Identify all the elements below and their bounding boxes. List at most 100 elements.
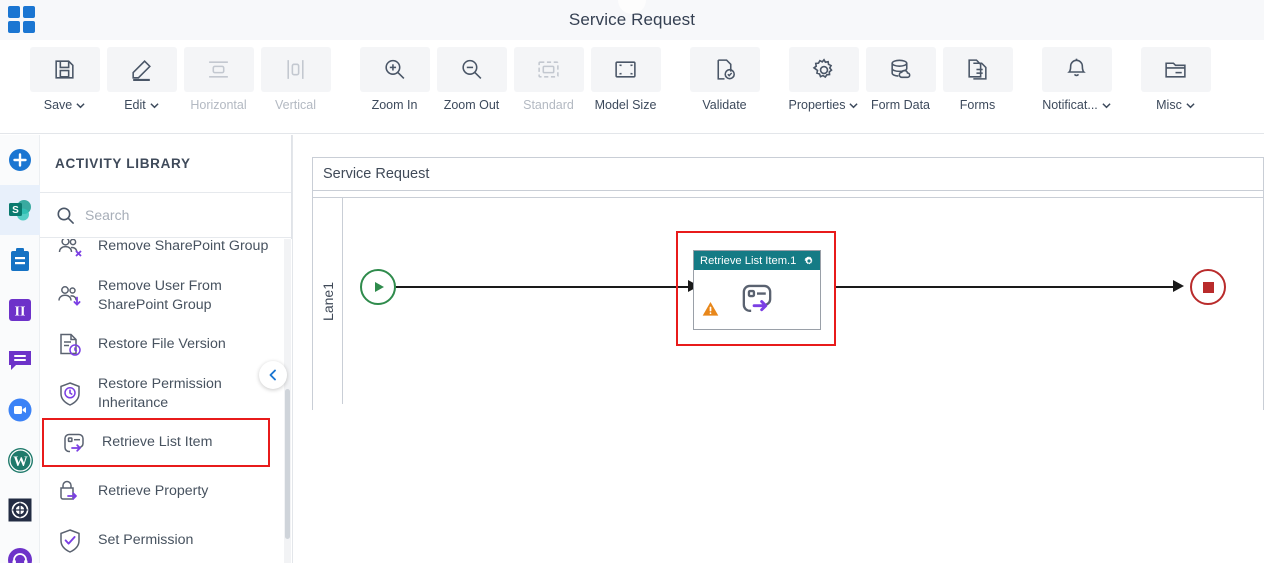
rail-item-chat[interactable] (0, 335, 40, 385)
chevron-down-icon (1102, 102, 1111, 108)
search-row (40, 193, 291, 238)
chevron-left-icon (269, 369, 276, 381)
toolbar-model-size-button[interactable]: Model Size (587, 47, 664, 112)
workflow-canvas[interactable]: Service Request Lane1 Retrieve List Item… (292, 135, 1264, 563)
toolbar-label: Model Size (594, 98, 657, 112)
list-item[interactable]: Restore File Version (40, 320, 292, 369)
rail-item-add-new[interactable] (0, 135, 40, 185)
sequence-flow-1[interactable] (396, 286, 694, 288)
toolbar-label: Form Data (870, 98, 931, 112)
toolbar-label: Vertical (275, 98, 316, 112)
start-event[interactable] (360, 269, 396, 305)
toolbar-vertical-button[interactable]: Vertical (257, 47, 334, 112)
end-event[interactable] (1190, 269, 1226, 305)
toolbar-label: Notificat... (1042, 98, 1098, 112)
rail-item-tasks[interactable] (0, 235, 40, 285)
pool-title: Service Request (323, 166, 430, 182)
chevron-down-icon (849, 102, 859, 108)
rail-item-sharepoint[interactable]: S (0, 185, 40, 235)
toolbar-label: Horizontal (190, 98, 247, 112)
panel-scrollbar-thumb[interactable] (285, 389, 290, 539)
bell-icon (1041, 47, 1112, 92)
list-item-label: Remove SharePoint Group (98, 239, 269, 255)
toolbar-zoom-in-button[interactable]: Zoom In (356, 47, 433, 112)
lane[interactable]: Lane1 Retrieve List Item.1 (313, 197, 1264, 404)
list-item[interactable]: Restore Permission Inheritance (40, 369, 292, 418)
chat-message-icon (9, 351, 31, 370)
pool[interactable]: Service Request Lane1 Retrieve List Item… (312, 157, 1264, 410)
panel-title: ACTIVITY LIBRARY (55, 156, 191, 171)
toolbar-edit-button[interactable]: Edit (103, 47, 180, 112)
svg-text:W: W (13, 454, 28, 470)
rail-item-jira[interactable]: II (0, 285, 40, 335)
panel-scrollbar-track[interactable] (284, 239, 291, 563)
pencil-edit-icon (106, 47, 177, 92)
remove-group-icon (56, 239, 84, 261)
rail-item-dropbox-sign[interactable] (0, 485, 40, 535)
toolbar-label: Validate (702, 98, 747, 112)
stop-square-icon (1202, 281, 1214, 293)
lane-canvas[interactable]: Retrieve List Item.1 (343, 198, 1264, 404)
forms-document-icon (942, 47, 1013, 92)
list-item[interactable]: Set Permission (40, 516, 292, 563)
set-permission-icon (56, 527, 84, 555)
chevron-down-icon (1186, 102, 1195, 108)
toolbar-save-button[interactable]: Save (26, 47, 103, 112)
toolbar-label: Standard (523, 98, 574, 112)
arrowhead-2 (1173, 280, 1184, 292)
toolbar-label: Forms (959, 98, 996, 112)
toolbar-forms-button[interactable]: Forms (939, 47, 1016, 112)
vertical-align-icon (260, 47, 331, 92)
horizontal-align-icon (183, 47, 254, 92)
list-item-label: Retrieve List Item (102, 434, 213, 451)
restore-file-version-icon (56, 331, 84, 359)
support-headset-icon (8, 548, 32, 563)
toolbar-label: Zoom Out (443, 98, 500, 112)
task-header: Retrieve List Item.1 (694, 251, 820, 270)
rail-item-zoom-video[interactable] (0, 385, 40, 435)
task-name: Retrieve List Item.1 (700, 254, 797, 267)
toolbar-properties-button[interactable]: Properties (785, 47, 862, 112)
toolbar-horizontal-button[interactable]: Horizontal (180, 47, 257, 112)
apps-grid-icon[interactable] (8, 6, 36, 34)
retrieve-property-icon (56, 478, 84, 506)
clipboard-tasks-icon (11, 248, 29, 271)
toolbar-zoom-out-button[interactable]: Zoom Out (433, 47, 510, 112)
lane-label-text: Lane1 (319, 281, 336, 321)
task-retrieve-list-item[interactable]: Retrieve List Item.1 (693, 250, 821, 330)
toolbar-standard-button[interactable]: Standard (510, 47, 587, 112)
toolbar-notifications-button[interactable]: Notificat... (1038, 47, 1115, 112)
search-input[interactable] (85, 207, 255, 223)
toolbar-misc-button[interactable]: Misc (1137, 47, 1214, 112)
retrieve-list-item-icon (60, 429, 88, 457)
save-disk-icon (29, 47, 100, 92)
sequence-flow-2[interactable] (836, 286, 1178, 288)
database-cloud-icon (865, 47, 936, 92)
left-icon-rail: S II W (0, 135, 40, 563)
list-item[interactable]: Retrieve Property (40, 467, 292, 516)
list-item-label: Retrieve Property (98, 483, 209, 500)
list-item-retrieve-list-item[interactable]: Retrieve List Item (42, 418, 270, 467)
retrieve-list-item-icon (737, 279, 777, 322)
zoom-in-icon (359, 47, 430, 92)
play-triangle-icon (375, 282, 384, 292)
dropbox-sign-icon (8, 498, 32, 522)
list-item-label: Restore File Version (98, 336, 226, 353)
toolbar-form-data-button[interactable]: Form Data (862, 47, 939, 112)
sharepoint-icon: S (8, 199, 31, 220)
list-item[interactable]: Remove SharePoint Group (40, 239, 292, 271)
jira-icon: II (9, 299, 31, 321)
task-body (694, 270, 820, 329)
toolbar: Save Edit Horizontal Vertical Zoom In Zo… (0, 40, 1264, 134)
activity-list[interactable]: Remove SharePoint Group Remove User From… (40, 239, 292, 563)
toolbar-validate-button[interactable]: Validate (686, 47, 763, 112)
gear-icon[interactable] (803, 255, 815, 267)
pool-body: Lane1 Retrieve List Item.1 (313, 191, 1264, 410)
lane-label: Lane1 (313, 198, 343, 404)
rail-item-support[interactable] (0, 535, 40, 563)
gear-icon (788, 47, 859, 92)
list-item[interactable]: Remove User From SharePoint Group (40, 271, 292, 320)
standard-size-icon (513, 47, 584, 92)
rail-item-wordpress[interactable]: W (0, 435, 40, 485)
panel-collapse-button[interactable] (259, 361, 287, 389)
